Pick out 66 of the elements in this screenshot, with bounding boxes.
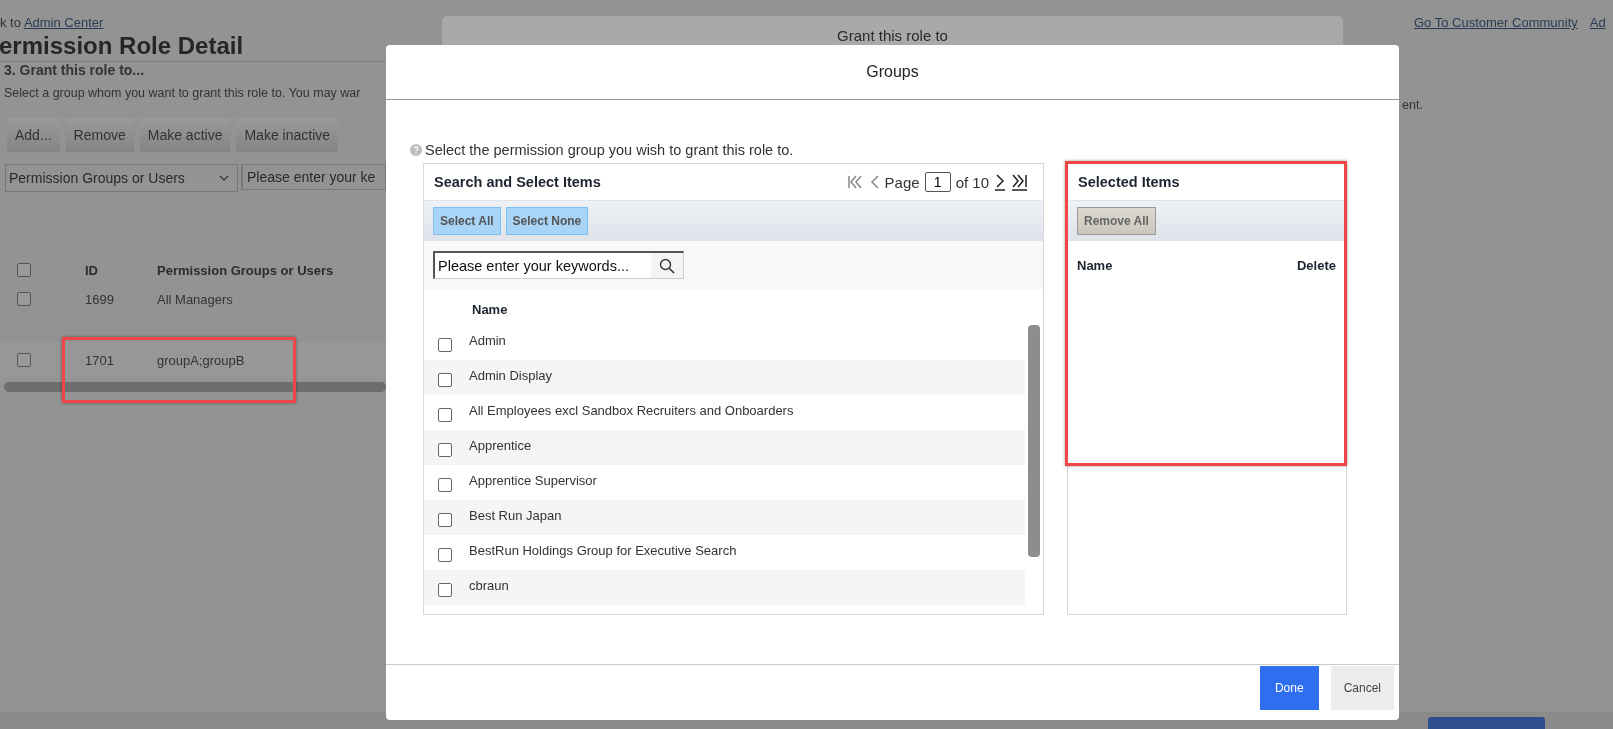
list-item[interactable]: Admin Display bbox=[424, 360, 1025, 395]
dialog-title: Grant this role to bbox=[837, 27, 948, 45]
list-item[interactable]: Best Run Japan bbox=[424, 500, 1025, 535]
list-item[interactable]: Apprentice Supervisor bbox=[424, 465, 1025, 500]
toolbar-button[interactable]: Add... bbox=[7, 118, 60, 152]
help-icon bbox=[410, 144, 422, 156]
table-cell-text: 1699 bbox=[84, 291, 115, 307]
scrollbar[interactable] bbox=[1028, 325, 1040, 557]
page-count: of 10 bbox=[955, 173, 989, 191]
panel-title: Selected Items bbox=[1078, 174, 1180, 190]
list-item[interactable]: Apprentice bbox=[424, 430, 1025, 465]
table-cell-text: 1701 bbox=[84, 352, 115, 368]
checkbox[interactable] bbox=[17, 263, 31, 277]
first-page-icon[interactable] bbox=[846, 174, 865, 190]
toolbar-button[interactable]: Remove bbox=[65, 118, 134, 152]
keyword-field[interactable]: Please enter your keywords... bbox=[433, 251, 684, 279]
instruction-text: ent. bbox=[1402, 97, 1424, 112]
page-title: ermission Role Detail bbox=[0, 31, 386, 62]
toolbar-button[interactable]: Make active bbox=[139, 118, 231, 152]
table-cell: All Managers bbox=[157, 291, 233, 307]
checkbox[interactable] bbox=[438, 478, 452, 492]
checkbox[interactable] bbox=[438, 583, 452, 597]
page-field[interactable]: 1 bbox=[924, 172, 951, 192]
column-header: Name bbox=[472, 302, 508, 317]
checkbox[interactable] bbox=[438, 338, 452, 352]
checkbox[interactable] bbox=[17, 292, 31, 306]
header-link[interactable]: Go To Customer Community bbox=[1414, 15, 1578, 30]
column-header: Name bbox=[1077, 258, 1113, 273]
checkbox[interactable] bbox=[438, 408, 452, 422]
search-icon bbox=[659, 257, 675, 274]
panel-title: Search and Select Items bbox=[434, 174, 601, 190]
list-item[interactable]: cbraun bbox=[424, 570, 1025, 605]
section-heading: 3. Grant this role to... bbox=[3, 62, 146, 78]
select-button[interactable]: Select All bbox=[433, 207, 501, 235]
column-header: ID bbox=[84, 262, 99, 278]
previous-page-icon[interactable] bbox=[869, 174, 880, 190]
last-page-icon[interactable] bbox=[1011, 173, 1029, 191]
dialog-button[interactable]: Done bbox=[1259, 666, 1319, 710]
dialog-button[interactable]: Cancel bbox=[1330, 666, 1394, 710]
next-page-icon[interactable] bbox=[994, 173, 1006, 191]
list-item[interactable]: Admin bbox=[424, 325, 1025, 360]
header-link[interactable]: Ad bbox=[1589, 15, 1606, 30]
table-cell: groupA;groupB bbox=[157, 352, 245, 368]
instruction-text: Select a group whom you want to grant this role to. You may war bbox=[3, 85, 362, 102]
page-label: Page bbox=[884, 173, 920, 191]
checkbox[interactable] bbox=[438, 548, 452, 562]
dialog-title: Groups bbox=[866, 63, 919, 82]
checkbox[interactable] bbox=[438, 513, 452, 527]
list-item[interactable]: All Employees excl Sandbox Recruiters and Onboarders bbox=[424, 395, 1025, 430]
filter-dropdown[interactable]: Permission Groups or Users bbox=[5, 164, 238, 192]
column-header: Delete bbox=[1296, 258, 1336, 273]
column-header: Permission Groups or Users bbox=[157, 262, 334, 278]
checkbox[interactable] bbox=[17, 353, 31, 367]
search-button[interactable] bbox=[651, 253, 683, 278]
list-item[interactable]: BestRun Holdings Group for Executive Search bbox=[424, 535, 1025, 570]
select-button[interactable]: Select None bbox=[505, 207, 589, 235]
toolbar-button[interactable]: Make inactive bbox=[236, 118, 339, 152]
chevron-down-icon bbox=[219, 175, 229, 181]
checkbox[interactable] bbox=[438, 443, 452, 457]
breadcrumb-text: k to bbox=[0, 15, 21, 30]
scrollbar[interactable] bbox=[4, 382, 386, 392]
hint-text: Select the permission group you wish to grant this role to. bbox=[425, 142, 794, 158]
checkbox[interactable] bbox=[438, 373, 452, 387]
search-field[interactable]: Please enter your ke bbox=[241, 164, 386, 190]
breadcrumb-link[interactable]: Admin Center bbox=[23, 15, 104, 30]
remove-all-button[interactable]: Remove All bbox=[1077, 207, 1156, 235]
